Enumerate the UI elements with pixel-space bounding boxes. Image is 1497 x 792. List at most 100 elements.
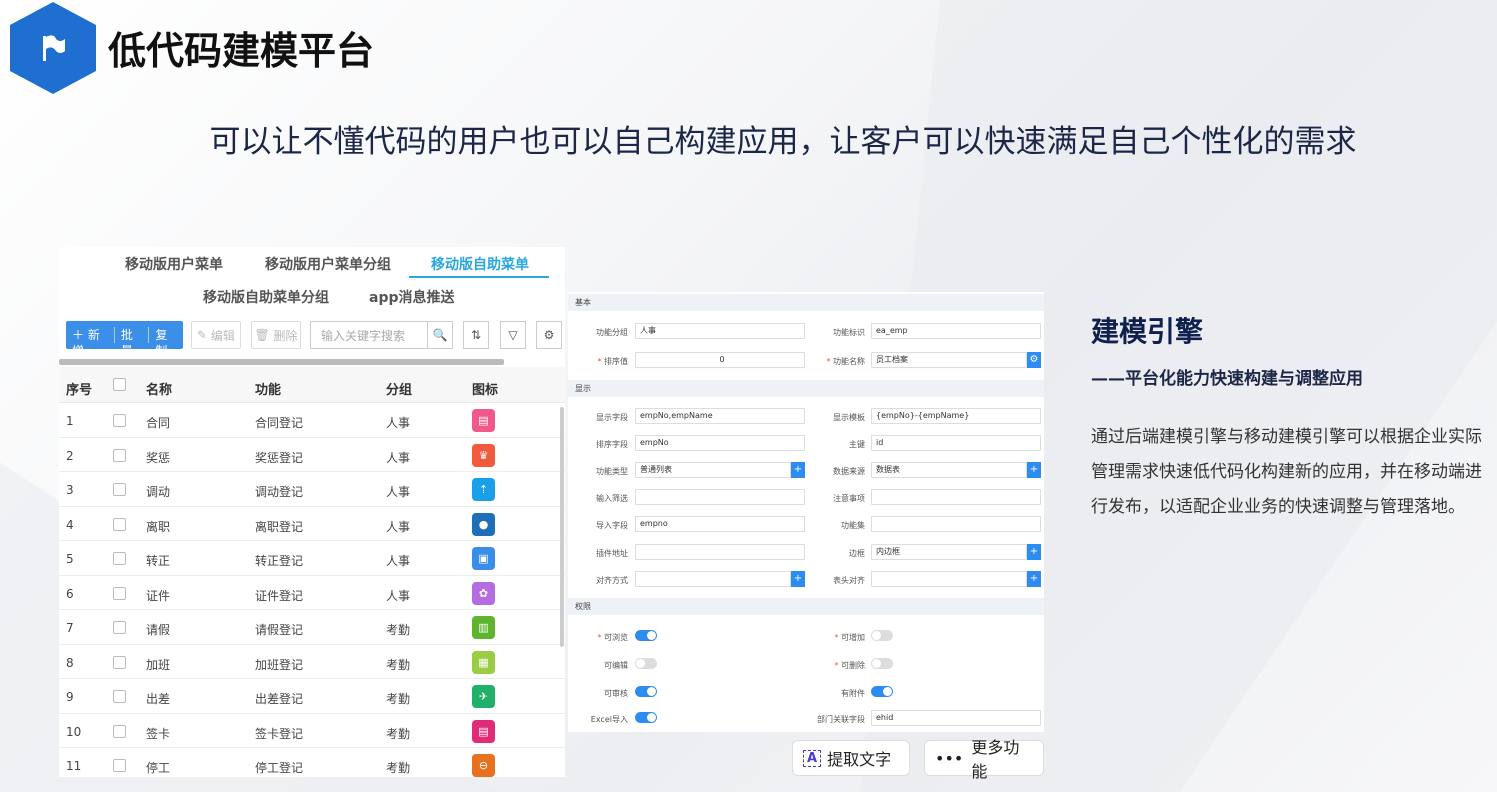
row-checkbox[interactable] (113, 552, 126, 565)
copy-button[interactable]: 复制 (149, 327, 183, 358)
tab-mobile-self-menu-group[interactable]: 移动版自助菜单分组 (203, 287, 329, 307)
row-name: 签卡 (146, 726, 171, 741)
border-select[interactable]: 内边框 (871, 544, 1027, 560)
table-row[interactable]: 1 合同 合同登记 人事 ▤ (59, 403, 565, 438)
input-filter-input[interactable] (635, 489, 805, 505)
delete-button[interactable]: 🗑 删除 (251, 321, 301, 349)
table-row[interactable]: 6 证件 证件登记 人事 ✿ (59, 576, 565, 610)
func-set-select[interactable] (871, 516, 1041, 532)
tab-mobile-user-menu[interactable]: 移动版用户菜单 (125, 254, 223, 274)
add-button[interactable]: ＋ 新增 (66, 327, 115, 358)
label-import-field: 导入字段 (596, 521, 628, 530)
table-header: 序号 名称 功能 分组 图标 (59, 367, 565, 403)
func-id-input[interactable]: ea_emp (871, 323, 1041, 339)
plugin-addr-input[interactable] (635, 544, 805, 560)
row-group: 人事 (386, 554, 411, 568)
row-no: 1 (66, 414, 74, 428)
select-all-checkbox[interactable] (113, 378, 126, 391)
person-icon: ● (472, 512, 495, 536)
table-row[interactable]: 3 调动 调动登记 人事 ⇡ (59, 472, 565, 507)
can-view-toggle[interactable] (635, 630, 657, 641)
excel-import-toggle[interactable] (635, 712, 657, 723)
sort-icon[interactable]: ⇅ (463, 321, 489, 349)
row-checkbox[interactable] (113, 517, 126, 531)
add-data-source-button[interactable]: + (1027, 462, 1041, 478)
table-row[interactable]: 7 请假 请假登记 考勤 ▥ (59, 610, 565, 645)
row-checkbox[interactable] (113, 621, 126, 634)
sort-field-input[interactable]: empNo (635, 435, 805, 451)
func-name-input[interactable]: 员工档案 (871, 352, 1027, 368)
label-border: 边框 (849, 549, 865, 558)
can-delete-toggle[interactable] (871, 658, 893, 669)
vertical-scrollbar[interactable] (560, 407, 564, 647)
row-checkbox[interactable] (113, 414, 126, 427)
row-no: 10 (66, 724, 82, 739)
func-group-select[interactable]: 人事 (635, 323, 805, 339)
add-border-button[interactable]: + (1027, 544, 1041, 560)
form-panel: 基本 功能分组 人事 功能标识 ea_emp * 排序值 0 * 功能名称 员工… (568, 292, 1044, 732)
row-func: 出差登记 (255, 692, 304, 706)
sort-input[interactable]: 0 (635, 352, 805, 368)
row-func: 停工登记 (255, 761, 304, 775)
row-checkbox[interactable] (113, 655, 126, 669)
row-checkbox[interactable] (113, 448, 126, 462)
table-row[interactable]: 9 出差 出差登记 考勤 ✈ (59, 679, 565, 714)
table-row[interactable]: 4 离职 离职登记 人事 ● (59, 507, 565, 541)
show-template-input[interactable]: {empNo}-{empName} (871, 408, 1041, 424)
row-checkbox[interactable] (113, 690, 126, 703)
primary-key-input[interactable]: id (871, 435, 1041, 451)
page-title: 低代码建模平台 (108, 29, 375, 73)
add-func-type-button[interactable]: + (791, 462, 805, 478)
dept-field-input[interactable]: ehid (871, 710, 1041, 726)
extract-text-button[interactable]: A 提取文字 (792, 740, 910, 776)
notes-input[interactable] (871, 489, 1041, 505)
func-type-select[interactable]: 普通列表 (635, 462, 791, 478)
header-align-select[interactable] (871, 571, 1027, 587)
row-name: 转正 (146, 554, 171, 568)
table-row[interactable]: 5 转正 转正登记 人事 ▣ (59, 541, 565, 576)
data-source-select[interactable]: 数据表 (871, 462, 1027, 478)
row-checkbox[interactable] (113, 586, 126, 600)
filter-icon[interactable]: ▽ (500, 321, 526, 349)
import-field-input[interactable]: empno (635, 516, 805, 532)
award-icon: ♛ (472, 443, 495, 467)
row-name: 出差 (146, 692, 171, 706)
row-checkbox[interactable] (113, 483, 126, 496)
gear-icon[interactable]: ⚙ (1027, 352, 1041, 368)
align-select[interactable] (635, 571, 791, 587)
can-audit-toggle[interactable] (635, 686, 657, 697)
row-group: 考勤 (386, 726, 411, 741)
edit-button[interactable]: ✎ 编辑 (191, 321, 241, 349)
batch-button[interactable]: 批量 (115, 327, 150, 358)
tab-mobile-self-menu[interactable]: 移动版自助菜单 (431, 254, 529, 274)
settings-icon[interactable]: ⚙ (536, 321, 562, 349)
tab-mobile-user-menu-group[interactable]: 移动版用户菜单分组 (265, 254, 391, 274)
label-input-filter: 输入筛选 (596, 494, 628, 503)
search-icon[interactable]: 🔍 (427, 321, 453, 349)
row-checkbox[interactable] (113, 724, 126, 738)
table-row[interactable]: 2 奖惩 奖惩登记 人事 ♛ (59, 438, 565, 472)
can-add-toggle[interactable] (871, 630, 893, 641)
search-input[interactable]: 输入关键字搜索 (310, 321, 428, 349)
label-func-name: * 功能名称 (805, 356, 865, 367)
delete-label: 删除 (273, 328, 298, 343)
add-header-align-button[interactable]: + (1027, 571, 1041, 587)
label-align: 对齐方式 (596, 576, 628, 585)
more-functions-button[interactable]: ••• 更多功能 (924, 738, 1044, 781)
horizontal-scrollbar[interactable] (59, 359, 504, 365)
row-group: 考勤 (386, 692, 411, 706)
row-name: 加班 (146, 657, 171, 672)
row-no: 7 (66, 621, 74, 635)
row-checkbox[interactable] (113, 759, 126, 772)
tab-app-push[interactable]: app消息推送 (369, 287, 455, 307)
table-row[interactable]: 10 签卡 签卡登记 考勤 ▤ (59, 714, 565, 748)
has-attach-toggle[interactable] (871, 686, 893, 697)
table-row[interactable]: 8 加班 加班登记 考勤 ▦ (59, 645, 565, 679)
show-field-input[interactable]: empNo,empName (635, 408, 805, 424)
row-name: 奖惩 (146, 450, 171, 465)
clipboard-icon: ▥ (472, 616, 495, 639)
table-row[interactable]: 11 停工 停工登记 考勤 ⊖ (59, 748, 565, 777)
add-align-button[interactable]: + (791, 571, 805, 587)
can-edit-toggle[interactable] (635, 658, 657, 669)
label-header-align: 表头对齐 (833, 576, 865, 585)
